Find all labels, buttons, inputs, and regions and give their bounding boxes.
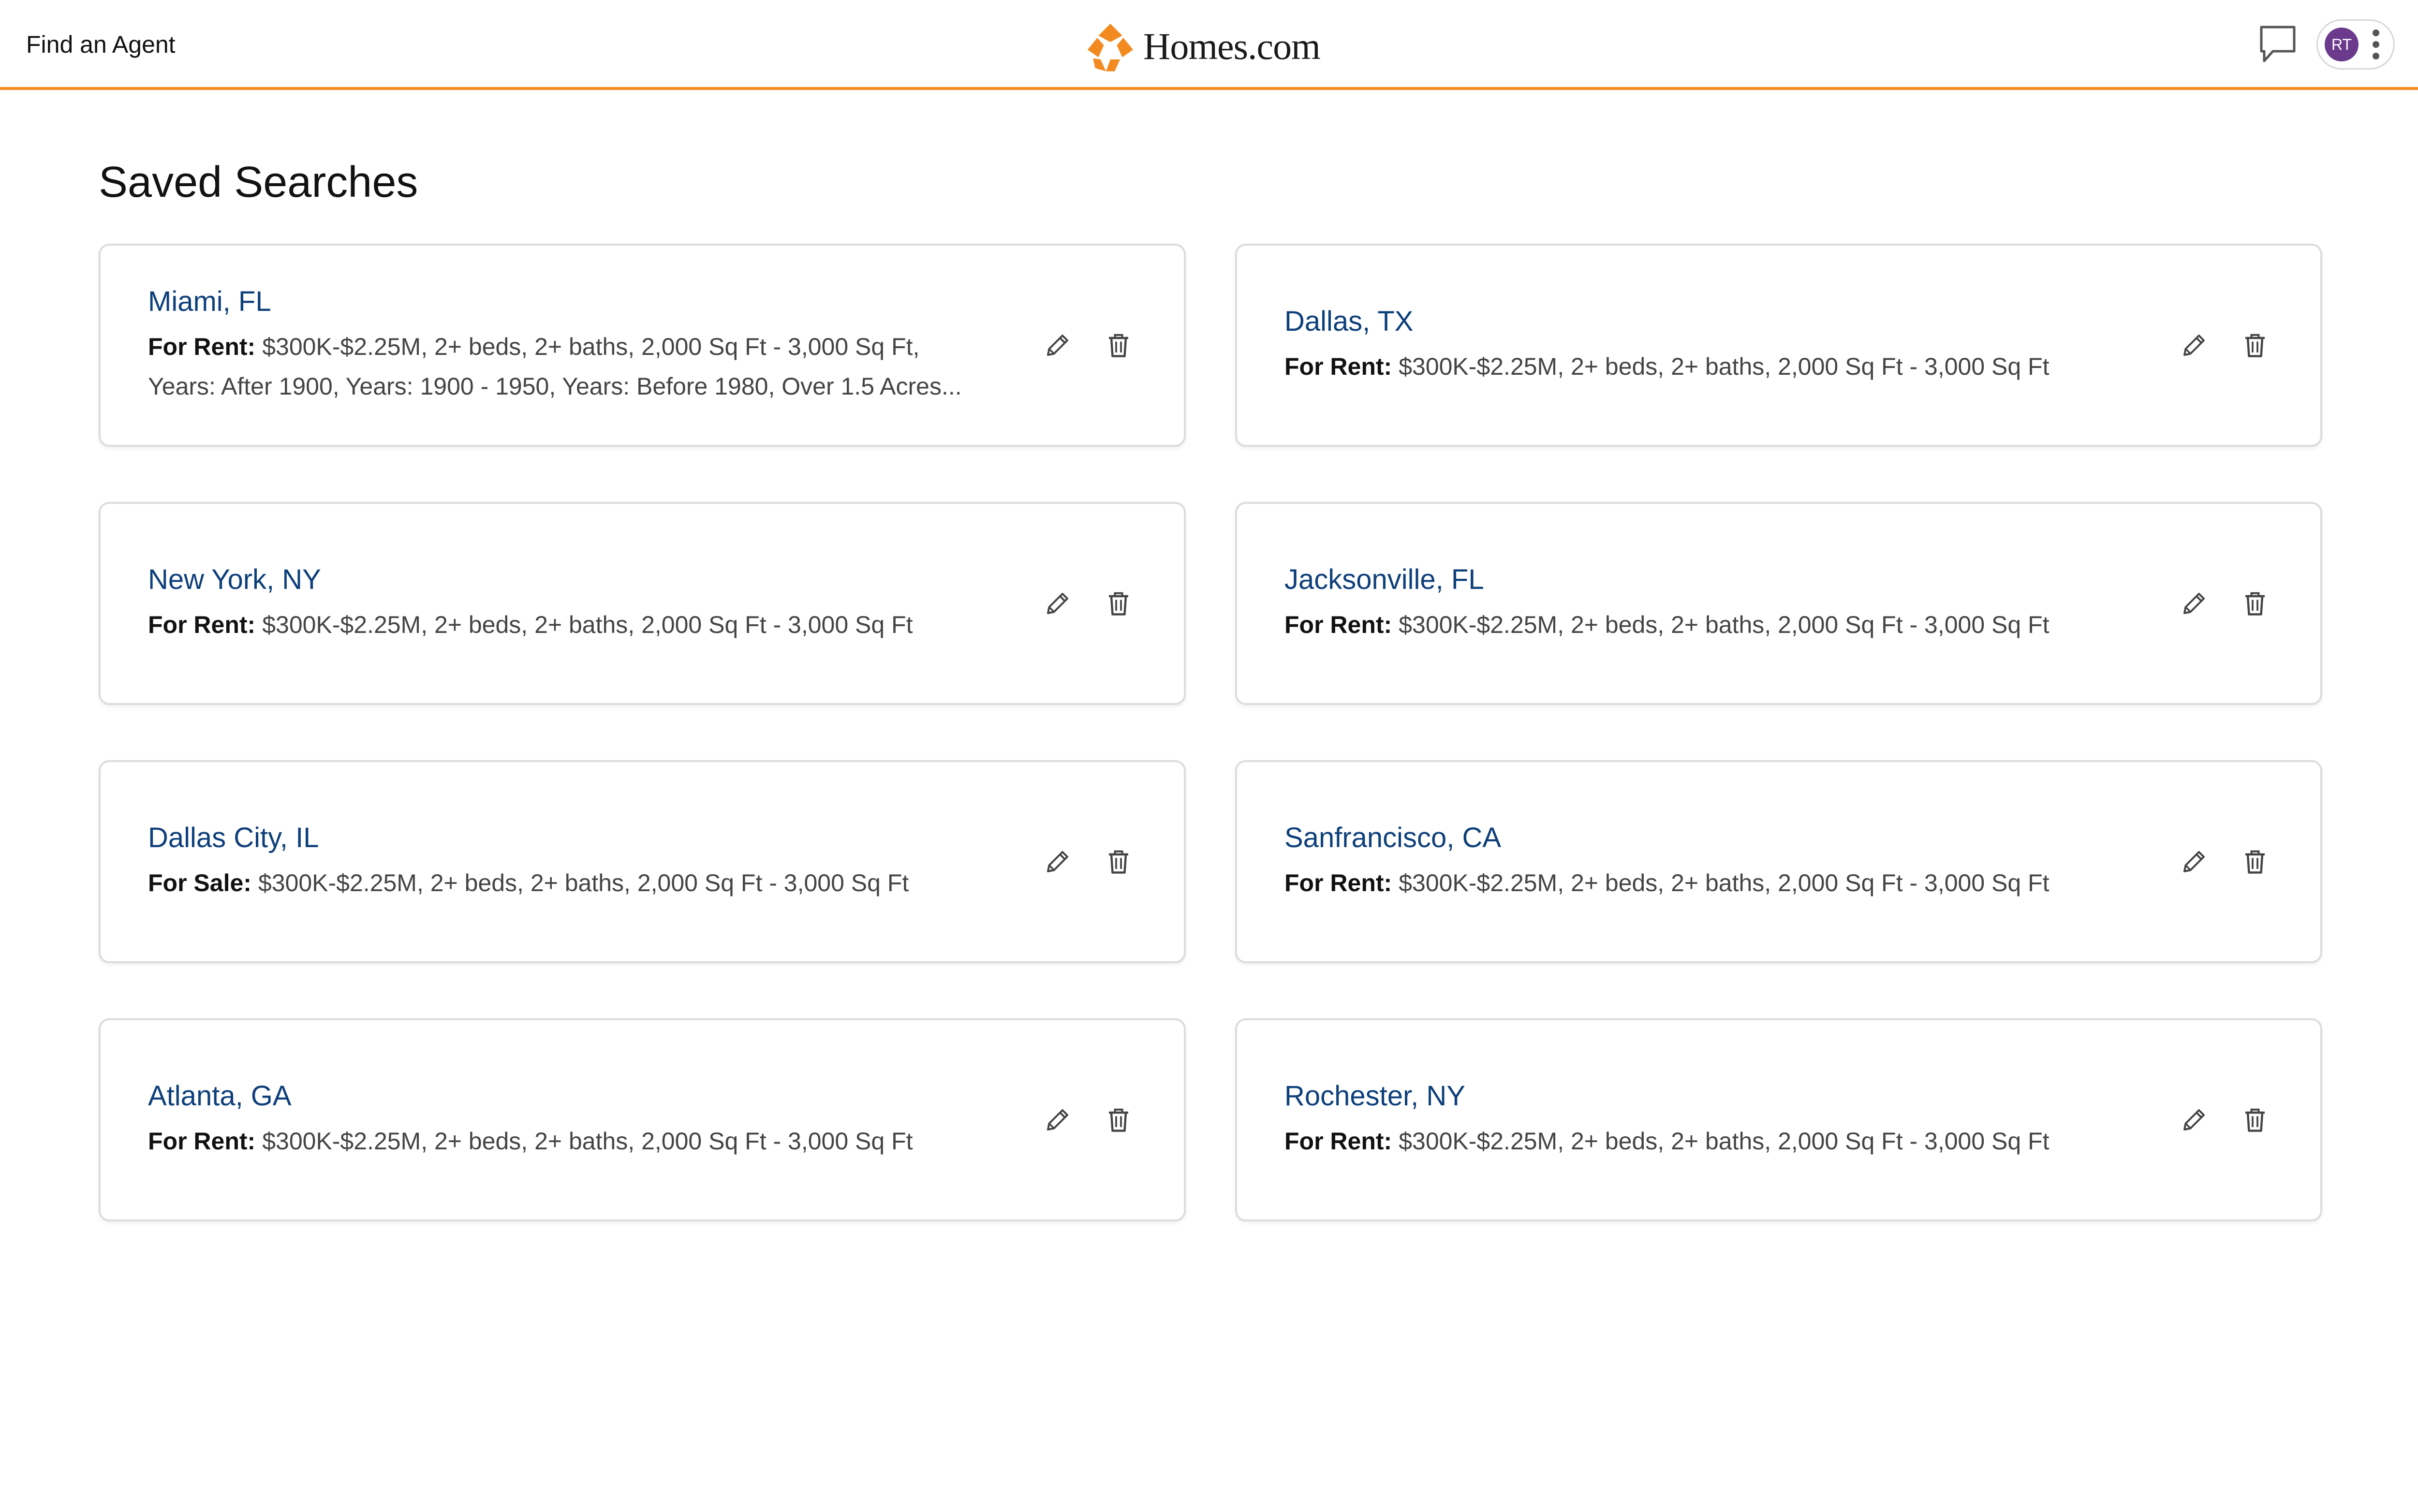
search-criteria: For Rent: $300K-$2.25M, 2+ beds, 2+ baths… — [148, 1121, 1018, 1161]
saved-search-card: Atlanta, GA For Rent: $300K-$2.25M, 2+ be… — [99, 1018, 1186, 1221]
search-location-link[interactable]: Dallas, TX — [1284, 304, 2155, 339]
criteria-text: $300K-$2.25M, 2+ beds, 2+ baths, 2,000 S… — [1399, 1128, 2049, 1155]
card-body: Sanfrancisco, CA For Rent: $300K-$2.25M, … — [1284, 762, 2155, 961]
pencil-icon — [2183, 1109, 2205, 1130]
trash-icon — [1109, 850, 1128, 874]
trash-icon — [1109, 334, 1128, 357]
search-location-link[interactable]: Dallas City, IL — [148, 821, 1018, 855]
trash-icon — [2245, 850, 2265, 874]
criteria-text: $300K-$2.25M, 2+ beds, 2+ baths, 2,000 S… — [262, 1128, 913, 1155]
pencil-icon — [2183, 335, 2205, 356]
homes-logo-icon — [1087, 23, 1134, 72]
pencil-icon — [1047, 851, 1068, 872]
card-actions — [1041, 587, 1135, 620]
edit-search-button[interactable] — [2177, 845, 2211, 879]
saved-search-card: Jacksonville, FL For Rent: $300K-$2.25M, … — [1235, 502, 2322, 705]
find-agent-link[interactable]: Find an Agent — [26, 30, 176, 59]
listing-type-label: For Rent: — [1284, 869, 1392, 896]
trash-icon — [2245, 592, 2265, 616]
card-actions — [2177, 587, 2272, 620]
logo-wordmark: Homes.com — [1143, 25, 1321, 67]
card-body: Dallas City, IL For Sale: $300K-$2.25M, 2… — [148, 762, 1018, 961]
card-body: Dallas, TX For Rent: $300K-$2.25M, 2+ bed… — [1284, 246, 2155, 445]
delete-search-button[interactable] — [1102, 587, 1135, 620]
card-body: Rochester, NY For Rent: $300K-$2.25M, 2+ … — [1284, 1020, 2155, 1219]
saved-search-card: Sanfrancisco, CA For Rent: $300K-$2.25M, … — [1235, 760, 2322, 963]
criteria-text: $300K-$2.25M, 2+ beds, 2+ baths, 2,000 S… — [262, 611, 913, 638]
pencil-icon — [1047, 335, 1068, 356]
listing-type-label: For Rent: — [1284, 1128, 1392, 1155]
search-location-link[interactable]: Atlanta, GA — [148, 1079, 1018, 1114]
pencil-icon — [2183, 851, 2205, 872]
listing-type-label: For Rent: — [1284, 611, 1392, 638]
edit-search-button[interactable] — [2177, 1103, 2211, 1137]
criteria-text: $300K-$2.25M, 2+ beds, 2+ baths, 2,000 S… — [148, 333, 962, 400]
criteria-text: $300K-$2.25M, 2+ beds, 2+ baths, 2,000 S… — [1399, 353, 2049, 380]
saved-searches-grid: Miami, FL For Rent: $300K-$2.25M, 2+ beds… — [99, 244, 2323, 1221]
card-body: Jacksonville, FL For Rent: $300K-$2.25M, … — [1284, 504, 2155, 703]
profile-menu-button[interactable]: RT — [2316, 19, 2395, 70]
edit-search-button[interactable] — [2177, 587, 2211, 620]
saved-search-card: Dallas, TX For Rent: $300K-$2.25M, 2+ bed… — [1235, 244, 2322, 447]
delete-search-button[interactable] — [2238, 328, 2272, 362]
edit-search-button[interactable] — [2177, 328, 2211, 362]
edit-search-button[interactable] — [1041, 845, 1075, 879]
search-criteria: For Rent: $300K-$2.25M, 2+ beds, 2+ baths… — [148, 327, 989, 406]
search-criteria: For Rent: $300K-$2.25M, 2+ beds, 2+ baths… — [148, 605, 1018, 645]
pencil-icon — [2183, 593, 2205, 614]
listing-type-label: For Rent: — [148, 1128, 256, 1155]
search-location-link[interactable]: Sanfrancisco, CA — [1284, 821, 2155, 855]
trash-icon — [2245, 1108, 2265, 1132]
search-criteria: For Rent: $300K-$2.25M, 2+ beds, 2+ baths… — [1284, 347, 2155, 386]
saved-search-card: Miami, FL For Rent: $300K-$2.25M, 2+ beds… — [99, 244, 1186, 447]
card-body: New York, NY For Rent: $300K-$2.25M, 2+ b… — [148, 504, 1018, 703]
edit-search-button[interactable] — [1041, 1103, 1075, 1137]
chat-bubble-icon[interactable] — [2258, 24, 2297, 66]
pencil-icon — [1047, 593, 1068, 614]
card-actions — [2177, 1103, 2272, 1137]
listing-type-label: For Rent: — [148, 611, 256, 638]
delete-search-button[interactable] — [1102, 1103, 1135, 1137]
search-location-link[interactable]: New York, NY — [148, 562, 1018, 597]
delete-search-button[interactable] — [1102, 845, 1135, 879]
search-criteria: For Rent: $300K-$2.25M, 2+ beds, 2+ baths… — [1284, 863, 2155, 903]
trash-icon — [1109, 592, 1128, 616]
card-actions — [1041, 1103, 1135, 1137]
card-body: Atlanta, GA For Rent: $300K-$2.25M, 2+ be… — [148, 1020, 1018, 1219]
site-header: Find an Agent Homes.com RT — [0, 0, 2418, 90]
criteria-text: $300K-$2.25M, 2+ beds, 2+ baths, 2,000 S… — [1399, 611, 2049, 638]
listing-type-label: For Rent: — [148, 333, 256, 360]
edit-search-button[interactable] — [1041, 587, 1075, 620]
homes-logo[interactable]: Homes.com — [1083, 17, 1321, 75]
saved-search-card: Dallas City, IL For Sale: $300K-$2.25M, 2… — [99, 760, 1186, 963]
search-criteria: For Sale: $300K-$2.25M, 2+ beds, 2+ baths… — [148, 863, 1018, 903]
card-actions — [2177, 845, 2272, 879]
criteria-text: $300K-$2.25M, 2+ beds, 2+ baths, 2,000 S… — [1399, 869, 2049, 896]
delete-search-button[interactable] — [2238, 1103, 2272, 1137]
search-location-link[interactable]: Miami, FL — [148, 284, 1018, 319]
listing-type-label: For Rent: — [1284, 353, 1392, 380]
delete-search-button[interactable] — [1102, 328, 1135, 362]
delete-search-button[interactable] — [2238, 845, 2272, 879]
search-location-link[interactable]: Rochester, NY — [1284, 1079, 2155, 1114]
criteria-text: $300K-$2.25M, 2+ beds, 2+ baths, 2,000 S… — [258, 869, 909, 896]
pencil-icon — [1047, 1109, 1068, 1130]
search-criteria: For Rent: $300K-$2.25M, 2+ beds, 2+ baths… — [1284, 605, 2155, 645]
card-actions — [1041, 845, 1135, 879]
search-location-link[interactable]: Jacksonville, FL — [1284, 562, 2155, 597]
saved-search-card: New York, NY For Rent: $300K-$2.25M, 2+ b… — [99, 502, 1186, 705]
card-actions — [1041, 328, 1135, 362]
search-criteria: For Rent: $300K-$2.25M, 2+ beds, 2+ baths… — [1284, 1121, 2155, 1161]
edit-search-button[interactable] — [1041, 328, 1075, 362]
listing-type-label: For Sale: — [148, 869, 251, 896]
kebab-menu-icon — [2371, 29, 2381, 60]
card-body: Miami, FL For Rent: $300K-$2.25M, 2+ beds… — [148, 246, 1018, 445]
card-actions — [2177, 328, 2272, 362]
saved-search-card: Rochester, NY For Rent: $300K-$2.25M, 2+ … — [1235, 1018, 2322, 1221]
trash-icon — [1109, 1108, 1128, 1132]
trash-icon — [2245, 334, 2265, 357]
delete-search-button[interactable] — [2238, 587, 2272, 620]
avatar: RT — [2325, 28, 2359, 61]
page-title: Saved Searches — [99, 158, 418, 206]
